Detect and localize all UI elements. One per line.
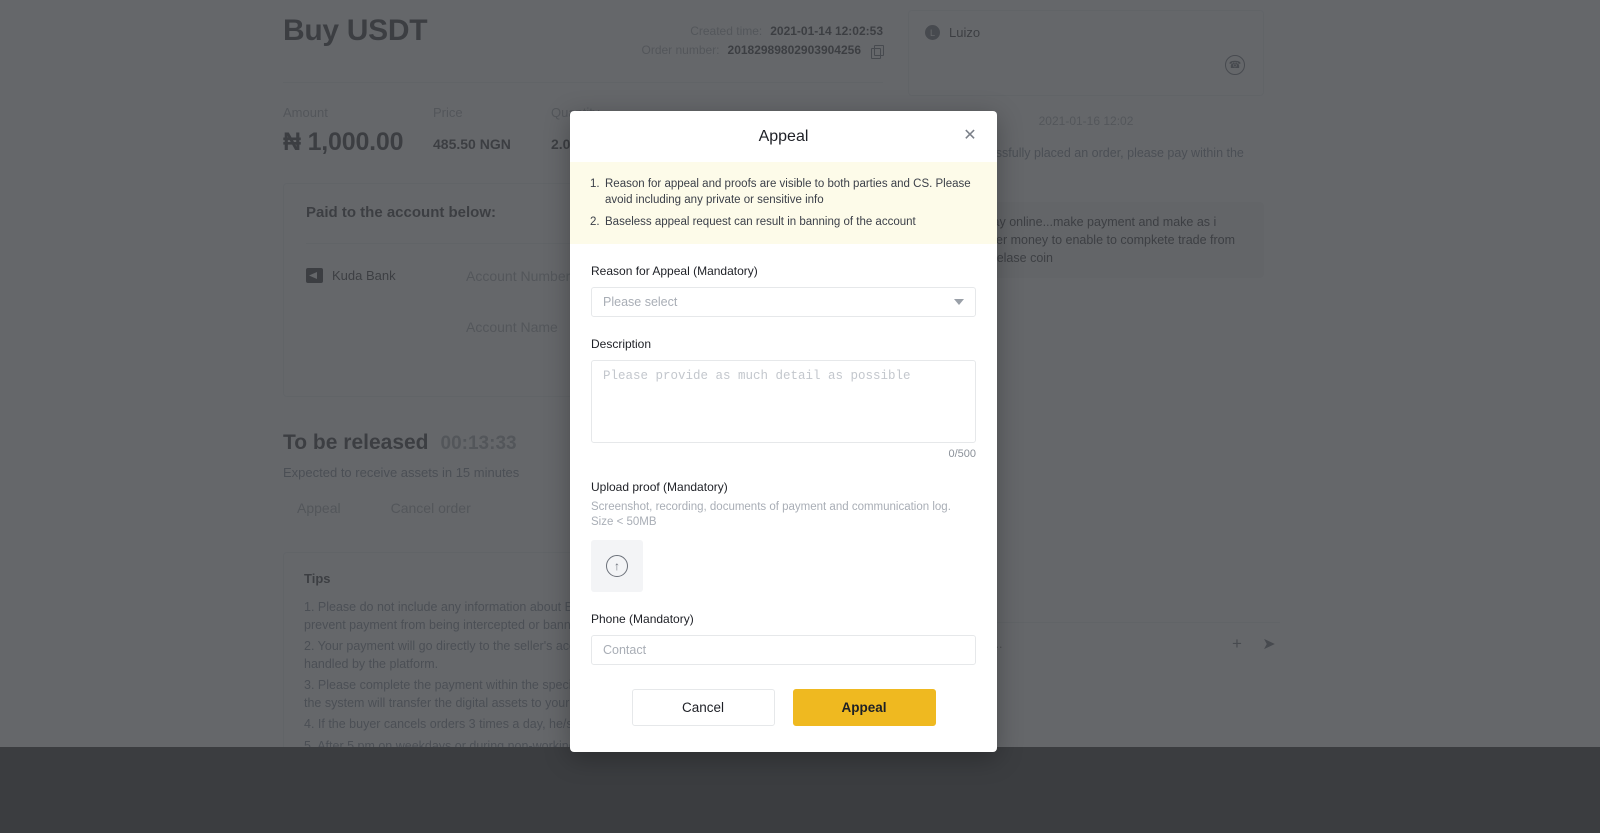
warning-item: 2. Baseless appeal request can result in… <box>590 214 975 230</box>
description-field-wrap <box>591 360 976 443</box>
upload-arrow-icon: ↑ <box>606 555 628 577</box>
description-input[interactable] <box>603 369 964 434</box>
upload-label: Upload proof (Mandatory) <box>591 480 728 494</box>
modal-footer: Cancel Appeal <box>570 665 997 752</box>
warning-text: Reason for appeal and proofs are visible… <box>605 178 971 206</box>
modal-header: Appeal ✕ <box>570 111 997 162</box>
reason-select[interactable]: Please select <box>591 287 976 317</box>
upload-proof-button[interactable]: ↑ <box>591 540 643 592</box>
warning-item: 1. Reason for appeal and proofs are visi… <box>590 176 975 208</box>
upload-hint: Screenshot, recording, documents of paym… <box>591 501 951 528</box>
close-icon[interactable]: ✕ <box>959 125 981 147</box>
reason-selected-value: Please select <box>603 295 678 309</box>
warning-list: 1. Reason for appeal and proofs are visi… <box>590 176 975 230</box>
warning-number: 2. <box>590 216 600 228</box>
modal-title: Appeal <box>758 127 809 145</box>
warning-number: 1. <box>590 178 600 190</box>
description-counter: 0/500 <box>948 448 976 460</box>
description-label: Description <box>591 337 652 351</box>
reason-label: Reason for Appeal (Mandatory) <box>591 264 758 278</box>
phone-label: Phone (Mandatory) <box>591 612 694 626</box>
appeal-submit-button[interactable]: Appeal <box>792 689 936 726</box>
warning-text: Baseless appeal request can result in ba… <box>605 216 916 228</box>
app-root: Buy USDT Created time: 2021-01-14 12:02:… <box>0 0 1600 833</box>
chevron-down-icon <box>954 299 964 305</box>
appeal-modal: Appeal ✕ 1. Reason for appeal and proofs… <box>570 111 997 752</box>
appeal-warning-banner: 1. Reason for appeal and proofs are visi… <box>570 162 997 244</box>
phone-input[interactable] <box>591 635 976 665</box>
cancel-button[interactable]: Cancel <box>631 689 775 726</box>
modal-body: Reason for Appeal (Mandatory) Please sel… <box>570 244 997 665</box>
